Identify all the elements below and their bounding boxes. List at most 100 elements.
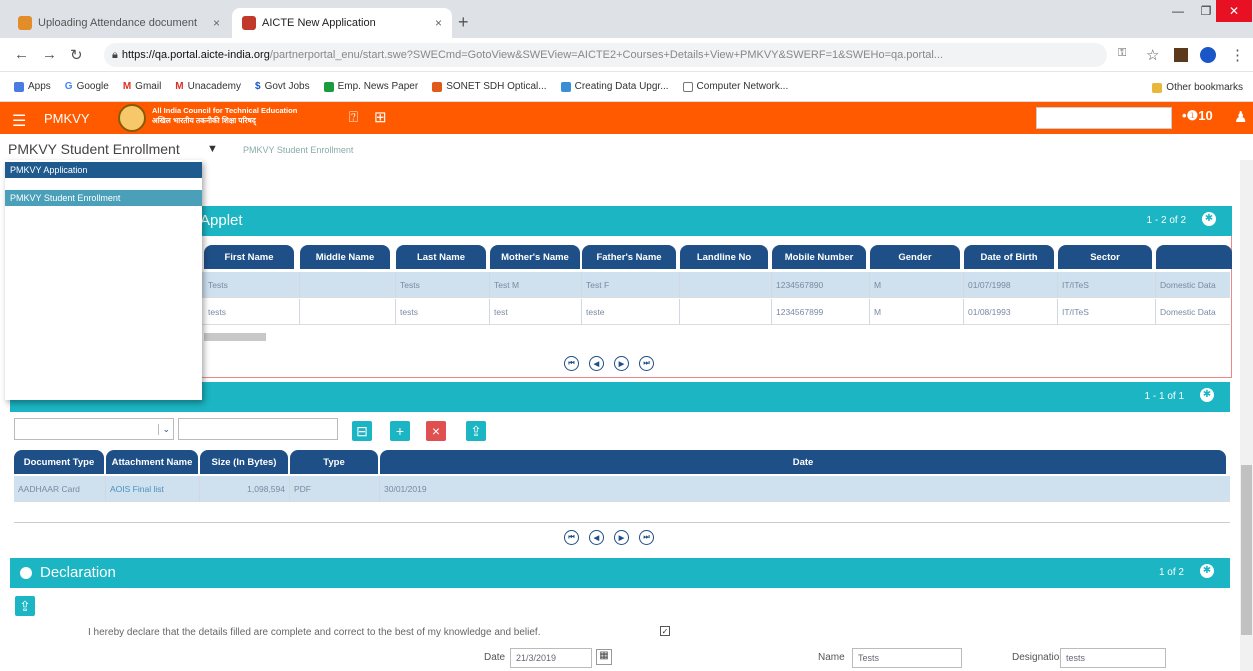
query-field-select[interactable]: ⌄ xyxy=(14,418,174,440)
help-icon[interactable]: ⍰ xyxy=(349,109,358,126)
table-cell[interactable]: 1,098,594 xyxy=(200,476,290,502)
last-page-icon[interactable]: ⏭ xyxy=(639,530,654,545)
bookmark-gmail[interactable]: M Gmail xyxy=(123,81,161,92)
table-cell[interactable]: Domestic Data xyxy=(1156,299,1232,325)
attachment-link[interactable]: AOIS Final list xyxy=(106,476,200,502)
declaration-checkbox[interactable]: ✓ xyxy=(660,626,670,636)
close-tab-icon[interactable]: × xyxy=(213,16,220,30)
table-cell[interactable]: tests xyxy=(396,299,490,325)
column-header[interactable]: Attachment Name xyxy=(106,450,198,474)
star-icon[interactable]: ☆ xyxy=(1146,46,1159,64)
grid-icon[interactable]: ⊞ xyxy=(374,108,387,126)
column-header[interactable]: Father's Name xyxy=(582,245,676,269)
close-window-icon[interactable]: ✕ xyxy=(1216,0,1252,22)
table-cell[interactable]: PDF xyxy=(290,476,380,502)
upload-button[interactable]: ⇪ xyxy=(15,596,35,616)
column-header[interactable]: Document Type xyxy=(14,450,104,474)
menu-dots-icon[interactable]: ⋮ xyxy=(1230,46,1245,64)
table-cell[interactable]: test xyxy=(490,299,582,325)
query-button[interactable]: ⊟ xyxy=(352,421,372,441)
close-tab-icon[interactable]: × xyxy=(435,16,442,30)
column-header[interactable]: Landline No xyxy=(680,245,768,269)
column-header[interactable]: Date xyxy=(380,450,1226,474)
browser-tab[interactable]: Uploading Attendance document × xyxy=(8,8,230,38)
bookmark-creating[interactable]: Creating Data Upgr... xyxy=(560,81,669,92)
table-cell[interactable] xyxy=(680,299,772,325)
table-cell[interactable]: teste xyxy=(582,299,680,325)
column-header[interactable]: Mother's Name xyxy=(490,245,580,269)
column-header[interactable]: Mobile Number xyxy=(772,245,866,269)
table-cell[interactable] xyxy=(680,272,772,298)
table-cell[interactable] xyxy=(300,299,396,325)
calendar-icon[interactable]: ▦ xyxy=(596,649,612,665)
upload-button[interactable]: ⇪ xyxy=(466,421,486,441)
bookmark-apps[interactable]: Apps xyxy=(14,81,51,92)
notification-icon[interactable]: •❶10 xyxy=(1182,108,1213,124)
back-icon[interactable]: ← xyxy=(14,46,29,63)
prev-page-icon[interactable]: ◀ xyxy=(589,530,604,545)
last-page-icon[interactable]: ⏭ xyxy=(639,356,654,371)
table-cell[interactable]: Test M xyxy=(490,272,582,298)
prev-page-icon[interactable]: ◀ xyxy=(589,356,604,371)
profile-icon[interactable] xyxy=(1200,47,1216,63)
column-header[interactable]: Size (In Bytes) xyxy=(200,450,288,474)
table-cell[interactable]: Tests xyxy=(396,272,490,298)
chevron-down-icon[interactable]: ⌄ xyxy=(158,423,173,435)
dropdown-item-application[interactable]: PMKVY Application xyxy=(5,162,202,178)
column-header[interactable]: Gender xyxy=(870,245,960,269)
query-value-input[interactable] xyxy=(178,418,338,440)
column-header[interactable]: Type xyxy=(290,450,378,474)
column-header[interactable]: Sector xyxy=(1058,245,1152,269)
table-cell[interactable]: tests xyxy=(204,299,300,325)
table-cell[interactable]: 30/01/2019 xyxy=(380,476,1226,502)
designation-field[interactable]: tests xyxy=(1060,648,1166,668)
browser-tab-active[interactable]: AICTE New Application × xyxy=(232,8,452,38)
table-cell[interactable]: AADHAAR Card xyxy=(14,476,106,502)
column-header[interactable]: Date of Birth xyxy=(964,245,1054,269)
table-cell[interactable]: 01/08/1993 xyxy=(964,299,1058,325)
hamburger-menu-icon[interactable]: ☰ xyxy=(12,111,26,131)
user-icon[interactable]: ♟ xyxy=(1234,108,1247,126)
column-header[interactable]: Last Name xyxy=(396,245,486,269)
breadcrumb[interactable]: PMKVY Student Enrollment xyxy=(243,145,353,155)
bookmark-empnews[interactable]: Emp. News Paper xyxy=(323,81,418,92)
collapse-icon[interactable] xyxy=(20,567,32,579)
name-field[interactable]: Tests xyxy=(852,648,962,668)
column-header[interactable] xyxy=(1156,245,1232,269)
app-name[interactable]: PMKVY xyxy=(44,111,90,126)
next-page-icon[interactable]: ▶ xyxy=(614,530,629,545)
table-cell[interactable]: IT/ITeS xyxy=(1058,299,1156,325)
screen-selector[interactable]: PMKVY Student Enrollment xyxy=(8,141,180,157)
delete-button[interactable]: × xyxy=(426,421,446,441)
column-header[interactable]: Middle Name xyxy=(300,245,390,269)
forward-icon[interactable]: → xyxy=(42,46,57,63)
bookmark-network[interactable]: Computer Network... xyxy=(682,81,788,92)
url-field[interactable]: 🔒︎ https://qa.portal.aicte-india.org/par… xyxy=(104,43,1107,67)
table-cell[interactable]: 1234567890 xyxy=(772,272,870,298)
bookmark-google[interactable]: G Google xyxy=(65,81,109,92)
add-button[interactable]: + xyxy=(390,421,410,441)
horizontal-scrollbar[interactable] xyxy=(204,333,266,341)
table-cell[interactable] xyxy=(300,272,396,298)
gear-icon[interactable]: ✱ xyxy=(1200,388,1214,402)
scrollbar-thumb[interactable] xyxy=(1241,465,1252,635)
gear-icon[interactable]: ✱ xyxy=(1202,212,1216,226)
bookmark-govtjobs[interactable]: $ Govt Jobs xyxy=(255,81,310,92)
first-page-icon[interactable]: ⏮ xyxy=(564,356,579,371)
dropdown-item-student-enrollment[interactable]: PMKVY Student Enrollment xyxy=(5,190,202,206)
column-header[interactable]: First Name xyxy=(204,245,294,269)
date-field[interactable]: 21/3/2019 xyxy=(510,648,592,668)
table-cell[interactable]: 01/07/1998 xyxy=(964,272,1058,298)
gear-icon[interactable]: ✱ xyxy=(1200,564,1214,578)
table-cell[interactable]: M xyxy=(870,272,964,298)
reload-icon[interactable]: ↻ xyxy=(70,46,83,64)
table-cell[interactable]: IT/ITeS xyxy=(1058,272,1156,298)
extension-icon[interactable] xyxy=(1174,48,1188,62)
header-search-input[interactable] xyxy=(1036,107,1172,129)
table-cell[interactable]: Tests xyxy=(204,272,300,298)
table-cell[interactable]: M xyxy=(870,299,964,325)
table-cell[interactable]: 1234567899 xyxy=(772,299,870,325)
table-cell[interactable]: Test F xyxy=(582,272,680,298)
chevron-down-icon[interactable]: ▼ xyxy=(207,143,218,155)
bookmark-unacademy[interactable]: M Unacademy xyxy=(175,81,241,92)
